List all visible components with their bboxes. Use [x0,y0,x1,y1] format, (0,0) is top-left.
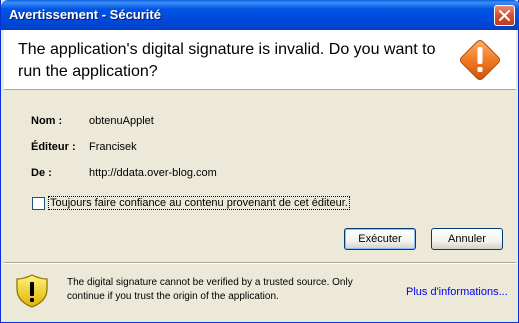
trust-checkbox-label[interactable]: Toujours faire confiance au contenu prov… [48,196,350,210]
close-button[interactable] [494,5,515,26]
close-icon [499,10,510,21]
trust-checkbox[interactable] [32,197,45,210]
dialog-header: The application's digital signature is i… [4,30,516,90]
detail-value: obtenuApplet [89,115,154,127]
window-title: Avertissement - Sécurité [9,7,161,22]
header-message: The application's digital signature is i… [18,41,436,80]
security-warning-dialog: Avertissement - Sécurité The application… [0,0,519,323]
cancel-button[interactable]: Annuler [431,228,503,250]
footer-message: The digital signature cannot be verified… [67,277,353,302]
detail-value: Francisek [89,141,137,153]
run-button[interactable]: Exécuter [344,228,416,250]
detail-label: De : [31,167,52,179]
detail-label: Éditeur : [31,141,76,153]
divider [4,262,516,264]
title-bar[interactable]: Avertissement - Sécurité [1,0,519,30]
more-info-link[interactable]: Plus d'informations... [406,286,508,298]
detail-value: http://ddata.over-blog.com [89,167,217,179]
detail-label: Nom : [31,115,63,127]
shield-warning-icon [16,274,48,308]
warning-diamond-icon [459,39,501,81]
